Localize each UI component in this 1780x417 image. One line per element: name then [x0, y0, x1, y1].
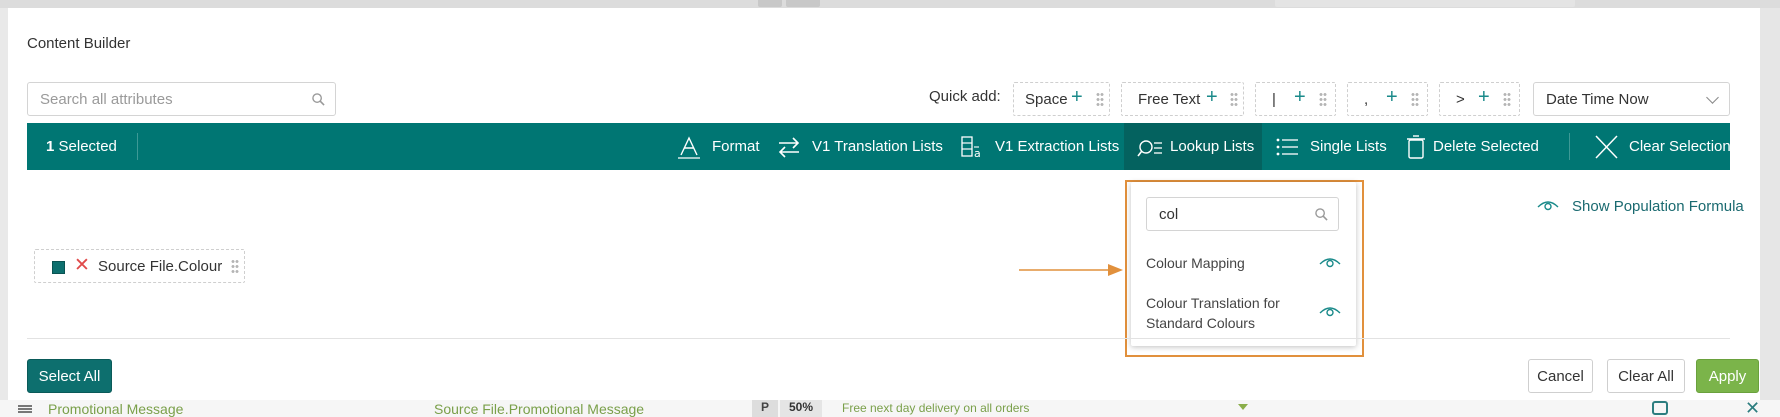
plus-icon: +	[1071, 86, 1083, 108]
row-percent: 50%	[780, 400, 822, 417]
quick-add-greater-than-label: >	[1456, 91, 1465, 108]
attribute-chip[interactable]: ✕ Source File.Colour	[34, 249, 245, 283]
selection-toolbar: 1 Selected Format V1 Translation Lists a	[27, 123, 1731, 170]
footer-divider	[27, 338, 1730, 339]
toolbar-delete-selected-label: Delete Selected	[1433, 138, 1539, 155]
quick-add-pipe[interactable]: | +	[1255, 82, 1336, 116]
lookup-option-colour-translation[interactable]: Colour Translation for Standard Colours	[1146, 293, 1341, 333]
chevron-down-icon	[1706, 91, 1719, 104]
lookup-search-input[interactable]	[1147, 198, 1307, 230]
toolbar-single-lists-button[interactable]: Single Lists	[1274, 123, 1389, 170]
toolbar-clear-selection-label: Clear Selection	[1629, 138, 1731, 155]
toolbar-single-lists-label: Single Lists	[1310, 138, 1387, 155]
row-p-badge: P	[752, 400, 778, 417]
extraction-icon: a	[961, 136, 981, 160]
drag-handle-icon	[18, 405, 32, 413]
list-icon	[1276, 138, 1298, 156]
quick-add-space[interactable]: Space +	[1013, 82, 1110, 116]
background-chip	[786, 0, 820, 7]
drag-handle-icon[interactable]	[1230, 92, 1238, 107]
lookup-search-icon	[1137, 140, 1162, 157]
background-header-strip	[0, 0, 1780, 8]
lookup-option-label: Colour Translation for Standard Colours	[1146, 295, 1280, 331]
quick-add-comma-label: ,	[1364, 91, 1369, 108]
quick-add-space-label: Space	[1025, 91, 1068, 108]
selected-checkbox-icon[interactable]	[52, 261, 65, 274]
eye-icon[interactable]	[1319, 305, 1341, 319]
close-icon: ✕	[1745, 398, 1761, 417]
background-chip	[1275, 0, 1575, 7]
eye-icon	[1537, 201, 1559, 211]
format-icon	[678, 136, 700, 159]
toolbar-v1-translation-lists-label: V1 Translation Lists	[812, 138, 943, 155]
lookup-search-box	[1146, 197, 1339, 231]
date-time-select[interactable]: Date Time Now	[1533, 82, 1730, 116]
toolbar-v1-extraction-lists-button[interactable]: a V1 Extraction Lists	[959, 123, 1124, 170]
selected-count: 1 Selected	[46, 138, 117, 155]
toolbar-v1-translation-lists-button[interactable]: V1 Translation Lists	[776, 123, 946, 170]
row-source: Source File.Promotional Message	[434, 401, 645, 417]
toolbar-divider	[137, 133, 138, 160]
content-builder-dialog: Content Builder Quick add: Space + Free …	[8, 8, 1760, 400]
swap-arrows-icon	[778, 137, 800, 158]
toolbar-clear-selection-button[interactable]: Clear Selection	[1593, 123, 1731, 170]
toolbar-v1-extraction-lists-label: V1 Extraction Lists	[995, 138, 1120, 155]
cancel-button[interactable]: Cancel	[1528, 359, 1593, 393]
drag-handle-icon[interactable]	[231, 259, 239, 274]
toolbar-divider	[1569, 133, 1570, 160]
clear-all-button[interactable]: Clear All	[1607, 359, 1685, 393]
toolbar-lookup-lists-button[interactable]: Lookup Lists	[1124, 123, 1262, 170]
plus-icon: +	[1478, 86, 1490, 108]
checkbox-icon	[1652, 401, 1668, 415]
quick-add-comma[interactable]: , +	[1347, 82, 1428, 116]
row-message: Free next day delivery on all orders	[842, 401, 1030, 415]
plus-icon: +	[1294, 86, 1306, 108]
lookup-lists-dropdown: Colour Mapping Colour Translation for St…	[1131, 182, 1356, 346]
trash-icon	[1407, 135, 1425, 159]
attribute-search-input[interactable]	[28, 83, 298, 115]
attribute-search-box	[27, 82, 336, 116]
drag-handle-icon[interactable]	[1319, 92, 1327, 107]
svg-text:a: a	[974, 147, 981, 160]
drag-handle-icon[interactable]	[1411, 92, 1419, 107]
selected-count-label: Selected	[58, 138, 117, 155]
plus-icon: +	[1206, 86, 1218, 108]
close-icon	[1595, 135, 1618, 159]
toolbar-lookup-lists-label: Lookup Lists	[1170, 138, 1255, 155]
annotation-arrow-icon	[1019, 264, 1123, 276]
attribute-chip-label: Source File.Colour	[98, 258, 223, 275]
quick-add-free-text-label: Free Text	[1138, 91, 1201, 108]
quick-add-pipe-label: |	[1272, 91, 1276, 108]
drag-handle-icon[interactable]	[1503, 92, 1511, 107]
select-all-button[interactable]: Select All	[27, 359, 112, 393]
background-table-row: Promotional Message Source File.Promotio…	[0, 398, 1780, 417]
plus-icon: +	[1386, 86, 1398, 108]
drag-handle-icon[interactable]	[1096, 92, 1104, 107]
remove-x-icon[interactable]: ✕	[74, 254, 90, 277]
search-icon	[1315, 208, 1328, 221]
dialog-title: Content Builder	[27, 35, 131, 52]
eye-icon[interactable]	[1319, 256, 1341, 270]
show-population-formula-label: Show Population Formula	[1572, 198, 1744, 215]
quick-add-label: Quick add:	[929, 88, 1001, 105]
caret-down-icon	[1238, 404, 1248, 410]
toolbar-format-label: Format	[712, 138, 760, 155]
search-icon	[312, 93, 325, 106]
background-right-strip	[1760, 8, 1780, 400]
apply-button[interactable]: Apply	[1696, 359, 1759, 393]
lookup-option-label: Colour Mapping	[1146, 255, 1245, 271]
date-time-select-value: Date Time Now	[1546, 91, 1649, 108]
background-chip	[758, 0, 782, 7]
selected-count-number: 1	[46, 138, 55, 155]
toolbar-delete-selected-button[interactable]: Delete Selected	[1403, 123, 1548, 170]
quick-add-free-text[interactable]: Free Text +	[1121, 82, 1244, 116]
toolbar-format-button[interactable]: Format	[676, 123, 766, 170]
row-name: Promotional Message	[48, 401, 184, 417]
lookup-option-colour-mapping[interactable]: Colour Mapping	[1146, 253, 1341, 273]
quick-add-greater-than[interactable]: > +	[1439, 82, 1520, 116]
